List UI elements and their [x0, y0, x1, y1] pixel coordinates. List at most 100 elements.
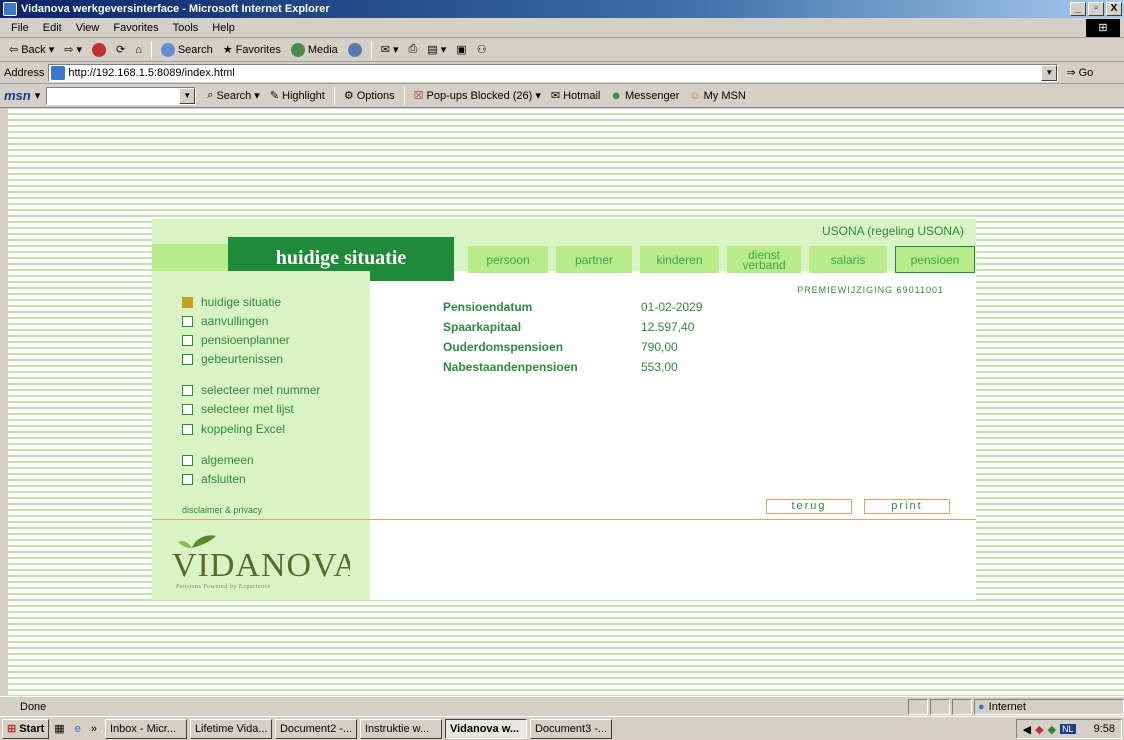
- sidebar-item-huidige-situatie[interactable]: huidige situatie: [182, 295, 281, 309]
- field-value: 01-02-2029: [641, 300, 703, 314]
- messenger-button[interactable]: ☻ Messenger: [605, 90, 684, 102]
- popups-blocked-button[interactable]: ☒ Pop-ups Blocked (26) ▾: [409, 89, 546, 103]
- task-vidanova[interactable]: Vidanova w...: [444, 718, 527, 739]
- favorites-icon: ★: [222, 44, 233, 56]
- task-instruktie[interactable]: Instruktie w...: [359, 718, 442, 739]
- tab-dienstverband[interactable]: dienst verband: [727, 246, 801, 273]
- menu-help[interactable]: Help: [205, 22, 242, 34]
- sidebar-item-gebeurtenissen[interactable]: gebeurtenissen: [182, 352, 283, 366]
- address-input[interactable]: http://192.168.1.5:8089/index.html ▼: [48, 63, 1059, 82]
- minimize-button[interactable]: _: [1070, 2, 1086, 16]
- go-button[interactable]: ⇒ Go: [1066, 66, 1093, 80]
- field-value: 12.597,40: [641, 320, 695, 334]
- magnifier-icon: ⌕: [207, 89, 214, 101]
- address-dropdown-button[interactable]: ▼: [1041, 64, 1058, 81]
- language-indicator[interactable]: NL: [1060, 724, 1076, 734]
- msn-search-button[interactable]: ⌕ Search ▾: [202, 89, 265, 102]
- checkbox-icon: [182, 353, 193, 365]
- checkbox-icon: [182, 454, 193, 466]
- options-icon: ⚙: [343, 90, 354, 102]
- msn-logo[interactable]: msn: [4, 88, 31, 103]
- status-cell: [952, 699, 972, 715]
- checkbox-icon: [182, 473, 193, 485]
- address-label: Address: [4, 66, 45, 79]
- vidanova-logo: VIDANOVA Pensions Powered by Experience: [170, 530, 358, 592]
- sidebar-item-pensioenplanner[interactable]: pensioenplanner: [182, 333, 290, 347]
- volume-icon[interactable]: ◀: [1023, 723, 1031, 736]
- back-button[interactable]: ⇦ Back ▾: [4, 43, 59, 57]
- highlight-button[interactable]: ✎ Highlight: [265, 89, 330, 103]
- field-label: Pensioendatum: [443, 300, 533, 314]
- quick-launch-desktop[interactable]: ▦: [49, 722, 69, 735]
- mail-button[interactable]: ✉ ▾: [376, 43, 404, 56]
- tab-persoon[interactable]: persoon: [468, 246, 548, 273]
- sidebar-item-selecteer-nummer[interactable]: selecteer met nummer: [182, 383, 320, 397]
- sidebar-item-afsluiten[interactable]: afsluiten: [182, 472, 246, 486]
- menu-edit[interactable]: Edit: [36, 22, 69, 34]
- media-button[interactable]: Media: [286, 42, 343, 57]
- menu-favorites[interactable]: Favorites: [106, 22, 165, 34]
- options-button[interactable]: ⚙ Options: [339, 89, 400, 103]
- start-button[interactable]: ⊞ Start: [2, 718, 50, 739]
- tab-partner[interactable]: partner: [556, 246, 632, 273]
- back-arrow-icon: ⇦: [9, 44, 19, 56]
- popup-blocked-icon: ☒: [413, 90, 424, 102]
- maximize-button[interactable]: ▫: [1088, 2, 1104, 16]
- window-titlebar: Vidanova werkgeversinterface - Microsoft…: [0, 0, 1124, 18]
- windows-logo-icon: ⊞: [1086, 19, 1120, 37]
- menu-tools[interactable]: Tools: [166, 22, 206, 34]
- footer-divider: [152, 519, 976, 520]
- msn-dropdown-icon[interactable]: ▾: [35, 89, 41, 102]
- task-document3[interactable]: Document3 -...: [529, 718, 612, 739]
- status-bar: Done ● Internet: [0, 696, 1124, 716]
- my-msn-button[interactable]: ☺ My MSN: [684, 90, 750, 102]
- edit-button[interactable]: ▤ ▾: [422, 43, 451, 56]
- refresh-button[interactable]: ⟳: [111, 43, 130, 56]
- tab-kinderen[interactable]: kinderen: [640, 246, 719, 273]
- tab-salaris[interactable]: salaris: [809, 246, 887, 273]
- disclaimer-link[interactable]: disclaimer & privacy: [182, 505, 262, 515]
- hotmail-button[interactable]: ✉ Hotmail: [546, 89, 606, 103]
- quick-launch-more[interactable]: »: [86, 723, 102, 735]
- field-row: Ouderdomspensioen 790,00: [443, 340, 678, 354]
- print-button[interactable]: print: [864, 499, 950, 514]
- mail-icon: ✉: [380, 44, 391, 56]
- sidebar-item-selecteer-lijst[interactable]: selecteer met lijst: [182, 402, 294, 416]
- task-lifetime[interactable]: Lifetime Vida...: [189, 718, 272, 739]
- back-link-button[interactable]: terug: [766, 499, 852, 514]
- svg-text:VIDANOVA: VIDANOVA: [172, 547, 350, 584]
- checkbox-icon: [182, 315, 193, 327]
- stop-button[interactable]: [87, 42, 111, 57]
- field-value: 553,00: [641, 360, 678, 374]
- scheme-label: USONA (regeling USONA): [821, 224, 964, 238]
- premie-label: PREMIEWIJZIGING 69011001: [797, 285, 944, 295]
- toolbar: ⇦ Back ▾ ⇨ ▾ ⟳ ⌂ Search ★ Favorites Medi…: [0, 38, 1124, 62]
- quick-launch-ie[interactable]: e: [70, 723, 86, 735]
- sidebar-item-algemeen[interactable]: algemeen: [182, 453, 254, 467]
- sidebar-item-koppeling-excel[interactable]: koppeling Excel: [182, 422, 285, 436]
- print-toolbar-button[interactable]: ⎙: [404, 43, 423, 56]
- security-zone: ● Internet: [974, 699, 1124, 715]
- field-row: Spaarkapitaal 12.597,40: [443, 320, 694, 334]
- msn-search-dropdown[interactable]: ▼: [179, 87, 196, 104]
- tray-app-icon[interactable]: ◆: [1035, 723, 1043, 736]
- sidebar-item-aanvullingen[interactable]: aanvullingen: [182, 314, 268, 328]
- task-document2[interactable]: Document2 -...: [274, 718, 357, 739]
- favorites-button[interactable]: ★ Favorites: [218, 43, 286, 57]
- checkbox-checked-icon: [182, 296, 193, 308]
- task-inbox[interactable]: Inbox - Micr...: [104, 718, 187, 739]
- home-button[interactable]: ⌂: [130, 44, 147, 56]
- tray-app-icon[interactable]: ◆: [1048, 723, 1056, 736]
- forward-button[interactable]: ⇨ ▾: [59, 43, 87, 56]
- messenger-toolbar-button[interactable]: ⚇: [472, 43, 492, 56]
- ie-icon: e: [74, 722, 81, 735]
- search-button[interactable]: Search: [156, 42, 218, 57]
- menu-view[interactable]: View: [69, 22, 107, 34]
- discuss-button[interactable]: ▣: [451, 43, 471, 56]
- toolbar-divider: [403, 86, 405, 105]
- msn-search-input[interactable]: ▼: [46, 86, 197, 105]
- history-button[interactable]: [343, 42, 367, 57]
- close-button[interactable]: X: [1106, 2, 1122, 16]
- tab-pensioen[interactable]: pensioen: [895, 246, 975, 273]
- menu-file[interactable]: File: [4, 22, 36, 34]
